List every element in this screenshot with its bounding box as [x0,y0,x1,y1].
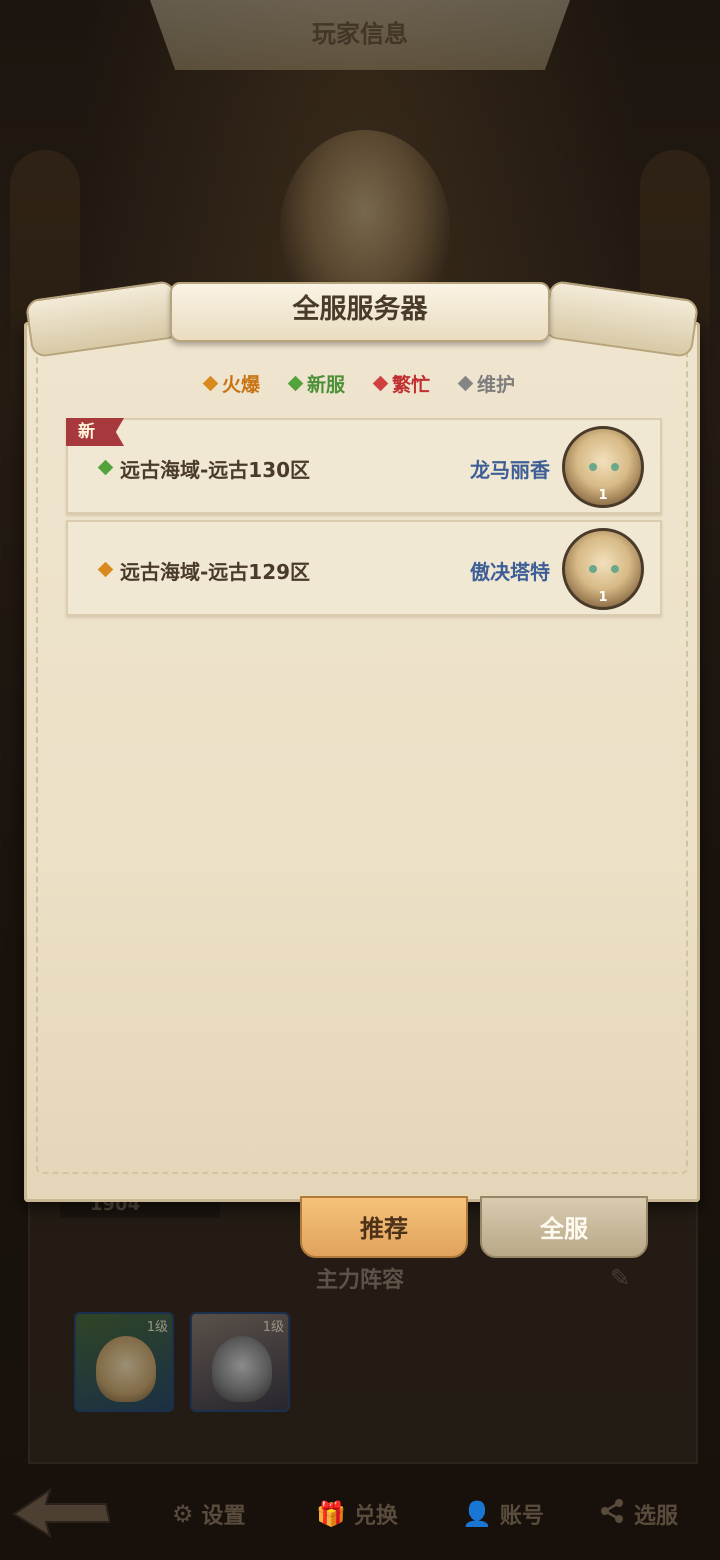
server-row[interactable]: 新 远古海域-远古130区 龙马丽香 1 [66,418,662,514]
server-row[interactable]: 远古海域-远古129区 傲决塔特 1 [66,520,662,616]
diamond-icon [202,375,219,391]
legend-maintenance: 维护 [457,368,516,398]
diamond-icon [287,375,304,391]
nav-account[interactable]: 👤 账号 [462,1494,544,1534]
character-avatar: 1 [562,426,644,508]
server-status-diamond-icon [97,459,114,476]
user-icon: 👤 [462,1500,492,1528]
legend-busy: 繁忙 [372,368,431,398]
back-arrow-icon[interactable] [10,1484,112,1540]
modal-title: 全服服务器 [292,294,428,325]
nav-label: 账号 [499,1504,544,1529]
character-name: 龙马丽香 [470,458,550,482]
avatar-level: 1 [598,488,608,503]
gift-icon: 🎁 [316,1500,346,1528]
server-name: 远古海域-远古130区 [120,458,311,482]
nav-redeem[interactable]: 🎁 兑换 [316,1494,398,1534]
tab-all-servers[interactable]: 全服 [480,1196,648,1258]
avatar-level: 1 [598,590,608,605]
diamond-icon [457,375,474,391]
server-status-diamond-icon [97,561,114,578]
legend-label: 维护 [477,373,516,396]
share-icon [598,1497,626,1531]
nav-settings[interactable]: ⚙ 设置 [172,1494,246,1534]
legend-new: 新服 [287,368,345,398]
character-name: 傲决塔特 [470,560,550,584]
gear-icon: ⚙ [172,1500,194,1528]
new-server-tag: 新 [66,418,124,446]
legend-label: 繁忙 [392,373,431,396]
server-status-legend: 火爆 新服 繁忙 维护 [0,368,720,398]
nav-label: 选服 [634,1504,679,1529]
legend-hot: 火爆 [202,368,260,398]
tab-recommended[interactable]: 推荐 [300,1196,468,1258]
nav-label: 兑换 [353,1504,398,1529]
legend-label: 新服 [306,373,345,396]
legend-label: 火爆 [221,373,260,396]
diamond-icon [372,375,389,391]
character-avatar: 1 [562,528,644,610]
nav-label: 设置 [201,1504,246,1529]
nav-select-server[interactable]: 选服 [598,1494,678,1534]
server-name: 远古海域-远古129区 [120,560,311,584]
